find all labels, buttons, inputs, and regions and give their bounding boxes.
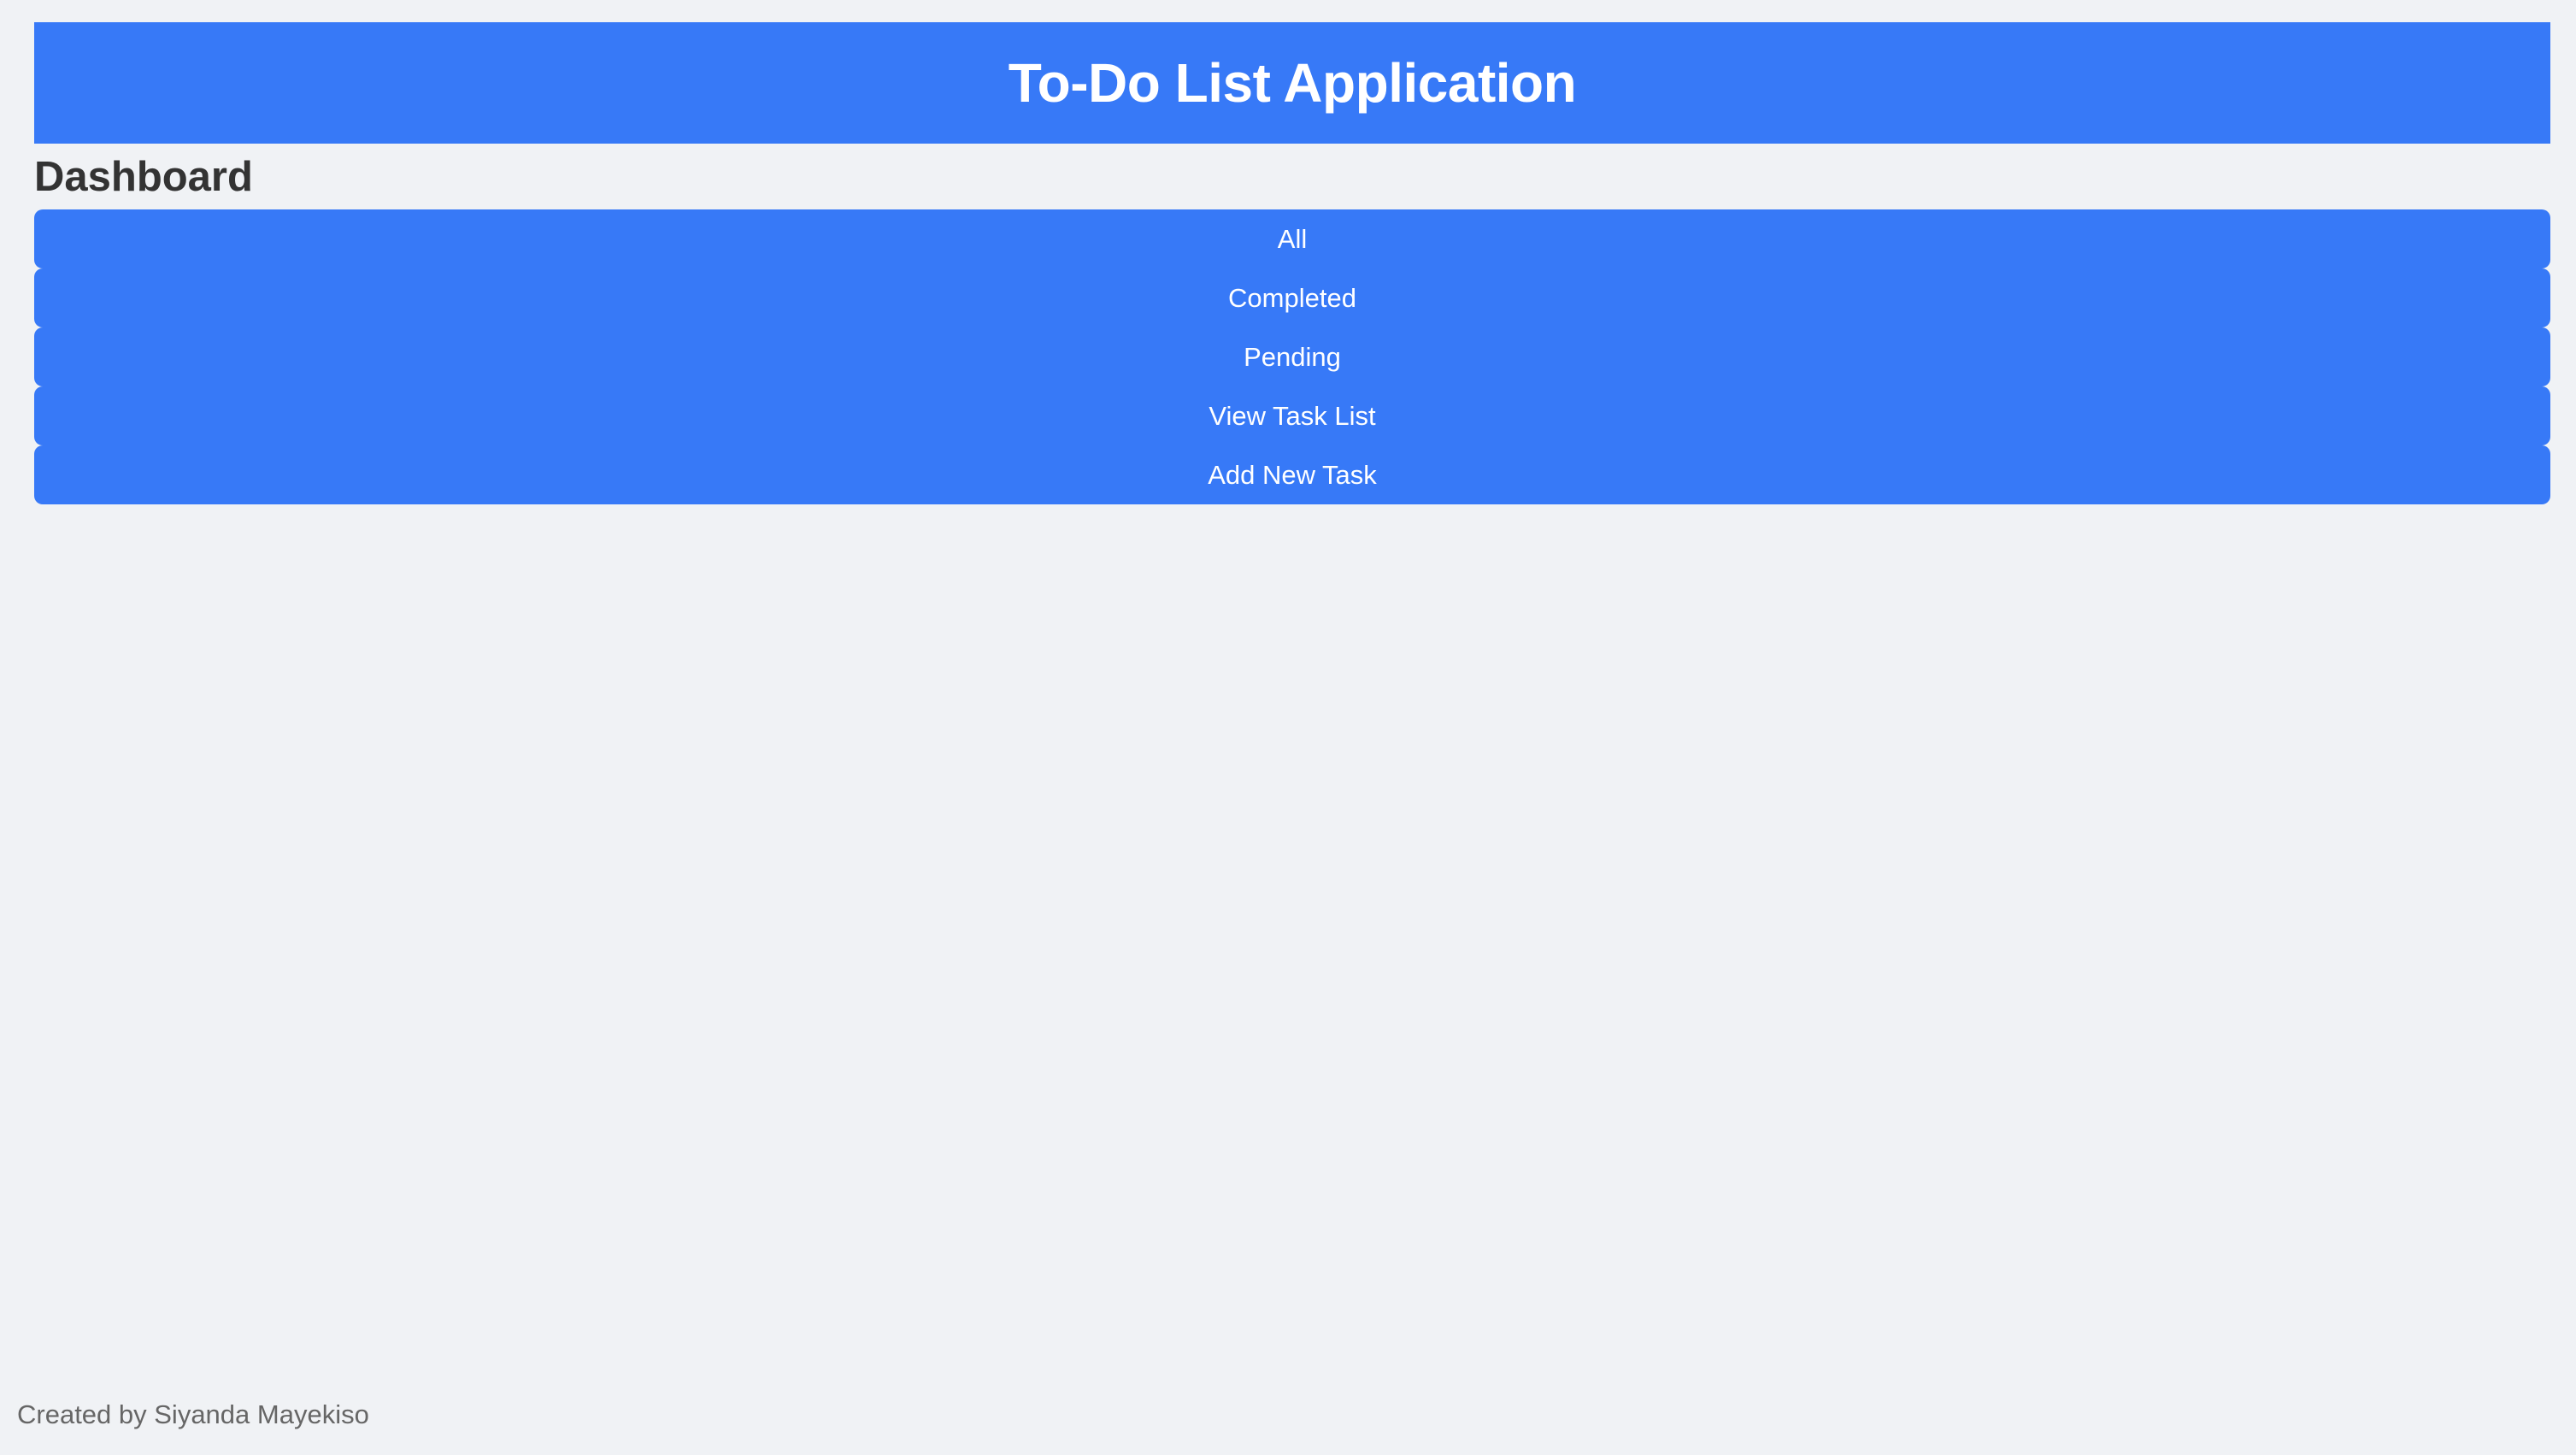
footer-credit: Created by Siyanda Mayekiso bbox=[17, 1399, 369, 1429]
dashboard-title: Dashboard bbox=[34, 154, 253, 200]
add-new-task-button[interactable]: Add New Task bbox=[34, 445, 2550, 504]
app-header: To-Do List Application bbox=[34, 22, 2550, 144]
app-title: To-Do List Application bbox=[1008, 52, 1577, 114]
dashboard-nav: All Completed Pending View Task List Add… bbox=[34, 209, 2550, 504]
view-task-list-button[interactable]: View Task List bbox=[34, 386, 2550, 445]
all-tasks-button[interactable]: All bbox=[34, 209, 2550, 268]
pending-tasks-button[interactable]: Pending bbox=[34, 327, 2550, 386]
completed-tasks-button[interactable]: Completed bbox=[34, 268, 2550, 327]
